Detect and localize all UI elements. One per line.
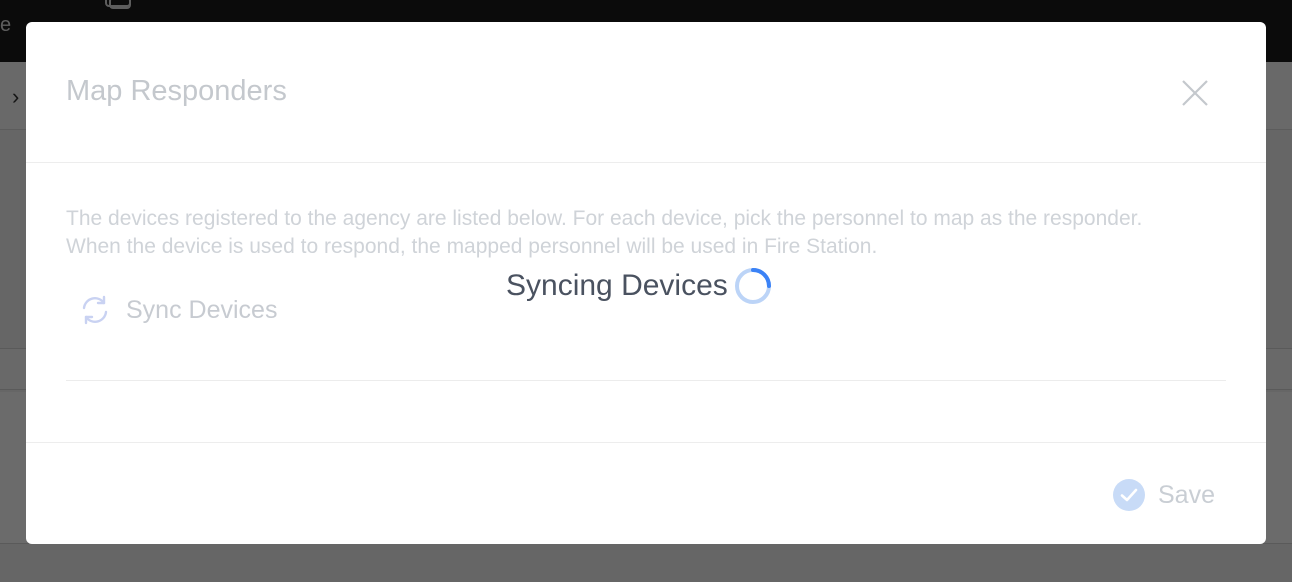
spinner-icon <box>734 268 771 304</box>
loading-text: Syncing Devices <box>506 269 728 302</box>
dialog-header: Map Responders <box>26 22 1266 163</box>
body-divider <box>66 380 1226 381</box>
dialog-body: The devices registered to the agency are… <box>26 164 1266 442</box>
dialog-footer: Save <box>26 442 1266 544</box>
sync-devices-button[interactable]: Sync Devices <box>78 292 277 328</box>
dialog-description: The devices registered to the agency are… <box>66 207 1143 258</box>
sync-devices-label: Sync Devices <box>126 295 278 324</box>
refresh-icon <box>82 295 108 325</box>
check-circle-icon <box>1113 479 1145 511</box>
dialog-title: Map Responders <box>66 75 287 107</box>
map-responders-dialog: Map Responders The devices registered to… <box>26 22 1266 544</box>
save-label: Save <box>1158 480 1215 509</box>
save-button[interactable]: Save <box>1112 477 1215 513</box>
loading-indicator: Syncing Devices <box>506 264 772 308</box>
close-icon[interactable] <box>1180 78 1210 108</box>
